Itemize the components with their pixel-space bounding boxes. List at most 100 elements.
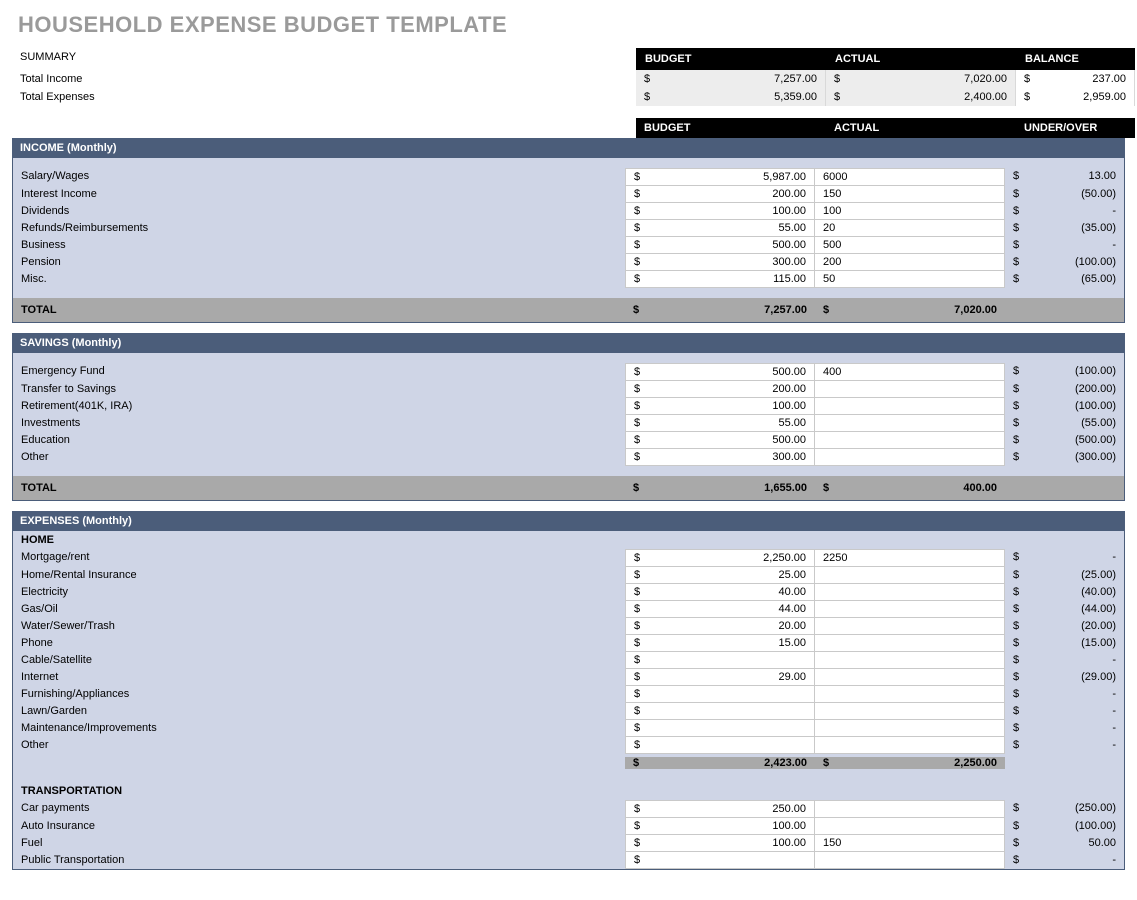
diff-cell: $(44.00) bbox=[1005, 601, 1124, 618]
budget-cell[interactable]: $2,250.00 bbox=[625, 549, 815, 567]
actual-cell[interactable]: 20 bbox=[815, 220, 1005, 237]
actual-cell[interactable] bbox=[815, 567, 1005, 584]
actual-cell[interactable]: 400 bbox=[815, 363, 1005, 381]
budget-cell[interactable]: $200.00 bbox=[625, 381, 815, 398]
budget-cell[interactable]: $250.00 bbox=[625, 800, 815, 818]
budget-cell[interactable]: $ bbox=[625, 703, 815, 720]
actual-cell[interactable] bbox=[815, 669, 1005, 686]
diff-cell: $- bbox=[1005, 203, 1124, 220]
diff-cell: $(65.00) bbox=[1005, 271, 1124, 288]
summary-cell[interactable]: $7,020.00 bbox=[826, 70, 1016, 88]
actual-cell[interactable]: 200 bbox=[815, 254, 1005, 271]
section-column-headers: BUDGET ACTUAL UNDER/OVER bbox=[12, 118, 1125, 138]
diff-cell: $- bbox=[1005, 652, 1124, 669]
actual-cell[interactable] bbox=[815, 686, 1005, 703]
diff-cell: $(100.00) bbox=[1005, 398, 1124, 415]
actual-cell[interactable]: 6000 bbox=[815, 168, 1005, 186]
line-item: Refunds/Reimbursements$55.0020$(35.00) bbox=[13, 220, 1124, 237]
home-subtotal: $2,423.00 $2,250.00 bbox=[13, 754, 1124, 772]
line-item: Education$500.00$(500.00) bbox=[13, 432, 1124, 449]
line-item: Emergency Fund$500.00400$(100.00) bbox=[13, 363, 1124, 381]
income-header: INCOME (Monthly) bbox=[12, 138, 1125, 158]
budget-cell[interactable]: $500.00 bbox=[625, 237, 815, 254]
actual-cell[interactable]: 100 bbox=[815, 203, 1005, 220]
summary-cell[interactable]: $5,359.00 bbox=[636, 88, 826, 106]
actual-cell[interactable] bbox=[815, 737, 1005, 754]
diff-cell: $(55.00) bbox=[1005, 415, 1124, 432]
actual-cell[interactable] bbox=[815, 415, 1005, 432]
budget-cell[interactable]: $55.00 bbox=[625, 415, 815, 432]
budget-cell[interactable]: $500.00 bbox=[625, 432, 815, 449]
budget-cell[interactable]: $55.00 bbox=[625, 220, 815, 237]
budget-cell[interactable]: $ bbox=[625, 686, 815, 703]
actual-cell[interactable] bbox=[815, 618, 1005, 635]
line-item: Phone$15.00$(15.00) bbox=[13, 635, 1124, 652]
line-label: Emergency Fund bbox=[13, 363, 625, 381]
income-section: INCOME (Monthly) Salary/Wages$5,987.0060… bbox=[12, 138, 1125, 323]
budget-cell[interactable]: $29.00 bbox=[625, 669, 815, 686]
actual-cell[interactable]: 150 bbox=[815, 186, 1005, 203]
budget-cell[interactable]: $100.00 bbox=[625, 203, 815, 220]
line-item: Salary/Wages$5,987.006000$13.00 bbox=[13, 168, 1124, 186]
actual-cell[interactable]: 50 bbox=[815, 271, 1005, 288]
budget-cell[interactable]: $ bbox=[625, 737, 815, 754]
budget-cell[interactable]: $500.00 bbox=[625, 363, 815, 381]
line-item: Auto Insurance$100.00$(100.00) bbox=[13, 818, 1124, 835]
actual-cell[interactable] bbox=[815, 449, 1005, 466]
actual-cell[interactable]: 500 bbox=[815, 237, 1005, 254]
budget-cell[interactable]: $20.00 bbox=[625, 618, 815, 635]
actual-cell[interactable]: 150 bbox=[815, 835, 1005, 852]
diff-cell: $(40.00) bbox=[1005, 584, 1124, 601]
budget-cell[interactable]: $300.00 bbox=[625, 254, 815, 271]
summary-row-label: Total Expenses bbox=[12, 88, 636, 106]
line-label: Transfer to Savings bbox=[13, 381, 625, 398]
transport-subheader: TRANSPORTATION bbox=[13, 782, 1124, 800]
line-item: Gas/Oil$44.00$(44.00) bbox=[13, 601, 1124, 618]
budget-cell[interactable]: $ bbox=[625, 652, 815, 669]
budget-cell[interactable]: $25.00 bbox=[625, 567, 815, 584]
actual-cell[interactable]: 2250 bbox=[815, 549, 1005, 567]
actual-cell[interactable] bbox=[815, 852, 1005, 869]
diff-cell: $(300.00) bbox=[1005, 449, 1124, 466]
budget-cell[interactable]: $ bbox=[625, 720, 815, 737]
budget-cell[interactable]: $100.00 bbox=[625, 835, 815, 852]
line-label: Misc. bbox=[13, 271, 625, 288]
actual-cell[interactable] bbox=[815, 432, 1005, 449]
actual-cell[interactable] bbox=[815, 398, 1005, 415]
actual-cell[interactable] bbox=[815, 381, 1005, 398]
actual-cell[interactable] bbox=[815, 720, 1005, 737]
budget-cell[interactable]: $44.00 bbox=[625, 601, 815, 618]
diff-cell: $(25.00) bbox=[1005, 567, 1124, 584]
actual-cell[interactable] bbox=[815, 800, 1005, 818]
budget-cell[interactable]: $200.00 bbox=[625, 186, 815, 203]
line-item: Retirement(401K, IRA)$100.00$(100.00) bbox=[13, 398, 1124, 415]
line-label: Pension bbox=[13, 254, 625, 271]
actual-cell[interactable] bbox=[815, 818, 1005, 835]
line-item: Furnishing/Appliances$$- bbox=[13, 686, 1124, 703]
budget-cell[interactable]: $5,987.00 bbox=[625, 168, 815, 186]
actual-cell[interactable] bbox=[815, 635, 1005, 652]
actual-cell[interactable] bbox=[815, 601, 1005, 618]
budget-cell[interactable]: $300.00 bbox=[625, 449, 815, 466]
actual-cell[interactable] bbox=[815, 703, 1005, 720]
budget-cell[interactable]: $ bbox=[625, 852, 815, 869]
expenses-section: EXPENSES (Monthly) HOME Mortgage/rent$2,… bbox=[12, 511, 1125, 870]
col-budget: BUDGET bbox=[636, 118, 826, 138]
budget-cell[interactable]: $115.00 bbox=[625, 271, 815, 288]
summary-cell[interactable]: $2,400.00 bbox=[826, 88, 1016, 106]
expenses-header: EXPENSES (Monthly) bbox=[12, 511, 1125, 531]
budget-cell[interactable]: $40.00 bbox=[625, 584, 815, 601]
actual-cell[interactable] bbox=[815, 584, 1005, 601]
summary-cell[interactable]: $7,257.00 bbox=[636, 70, 826, 88]
budget-cell[interactable]: $100.00 bbox=[625, 398, 815, 415]
budget-cell[interactable]: $100.00 bbox=[625, 818, 815, 835]
col-balance-head: BALANCE bbox=[1016, 48, 1135, 70]
line-item: Business$500.00500$- bbox=[13, 237, 1124, 254]
diff-cell: $(20.00) bbox=[1005, 618, 1124, 635]
actual-cell[interactable] bbox=[815, 652, 1005, 669]
page-title: HOUSEHOLD EXPENSE BUDGET TEMPLATE bbox=[18, 12, 1125, 38]
diff-cell: $13.00 bbox=[1005, 168, 1124, 186]
col-actual-head: ACTUAL bbox=[826, 48, 1016, 70]
line-item: Lawn/Garden$$- bbox=[13, 703, 1124, 720]
budget-cell[interactable]: $15.00 bbox=[625, 635, 815, 652]
